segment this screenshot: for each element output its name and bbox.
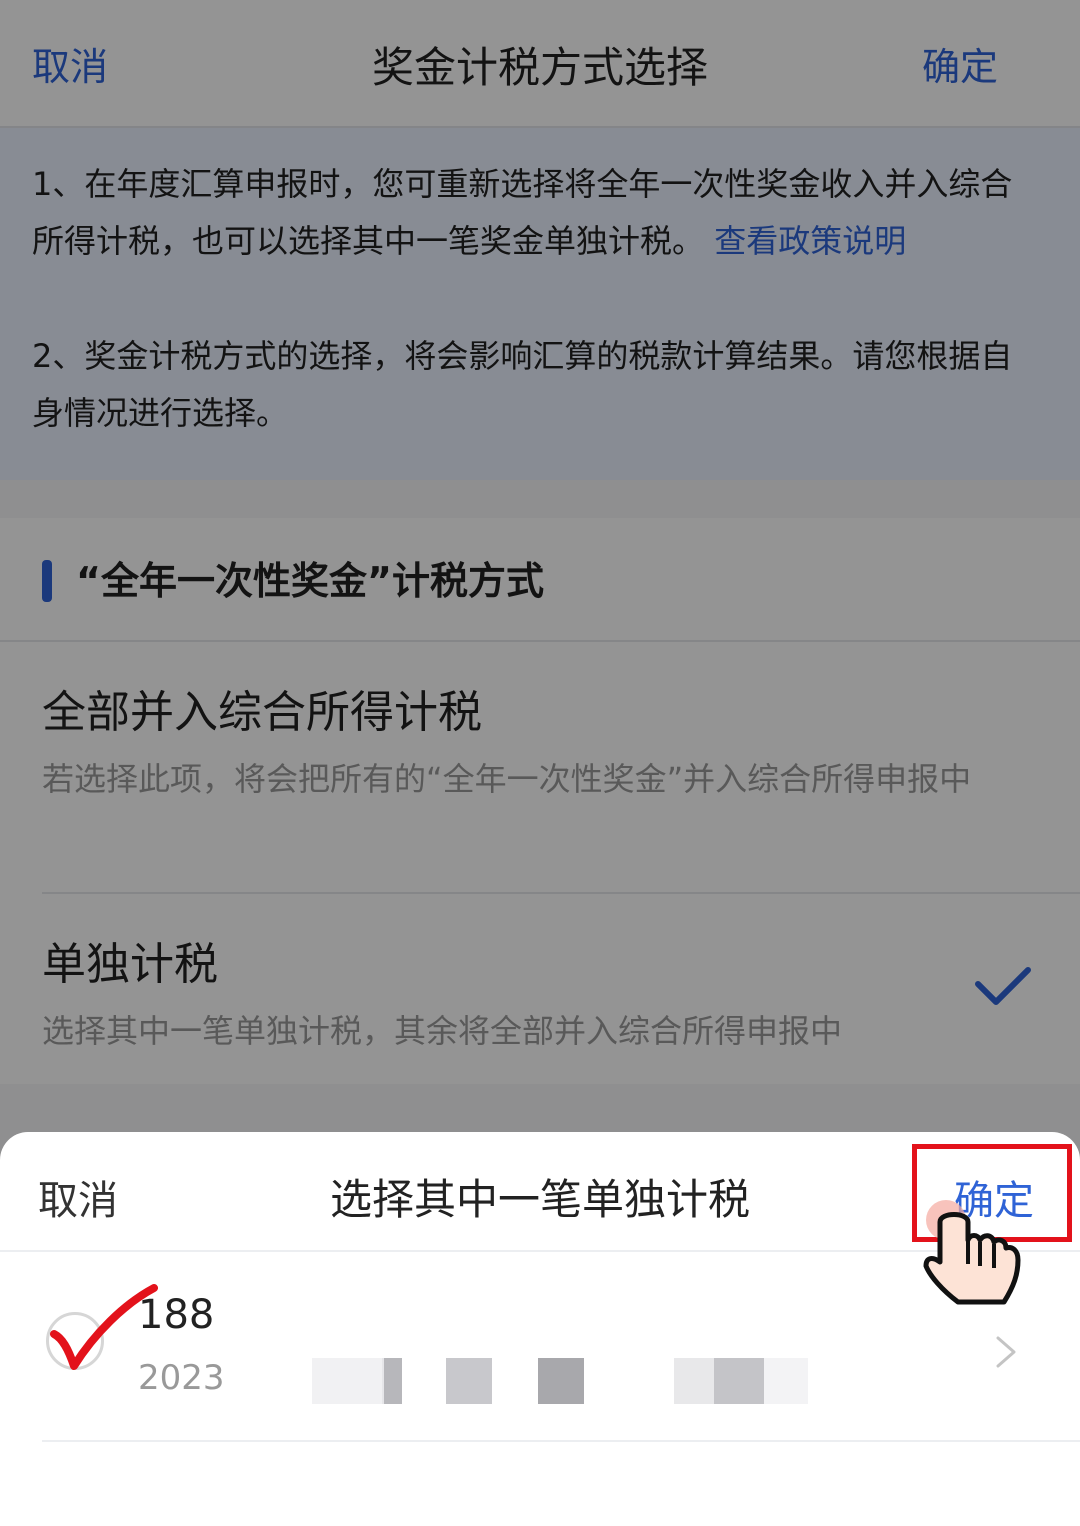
- redacted-info: [312, 1358, 812, 1404]
- chevron-right-icon: [996, 1336, 1016, 1368]
- list-divider: [42, 1440, 1080, 1442]
- red-check-annotation-icon: [50, 1284, 158, 1370]
- tap-hand-icon: [923, 1200, 1021, 1305]
